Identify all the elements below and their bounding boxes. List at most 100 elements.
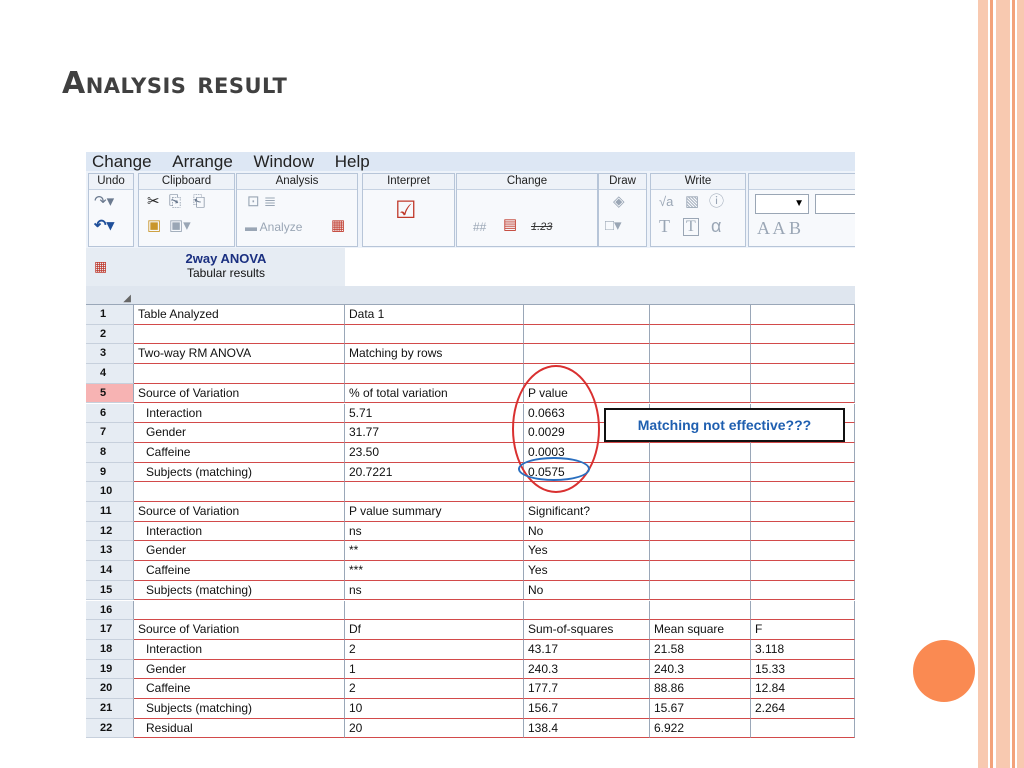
table-cell[interactable] bbox=[751, 344, 855, 365]
corner-cell[interactable]: ◢ bbox=[86, 286, 135, 305]
column-header[interactable] bbox=[345, 248, 525, 287]
table-format-icon[interactable]: ▤ bbox=[503, 217, 517, 233]
table-cell[interactable] bbox=[650, 541, 751, 562]
column-header[interactable] bbox=[650, 248, 752, 287]
copy-special-icon[interactable]: ⎗ bbox=[193, 194, 205, 210]
column-letter-header[interactable] bbox=[524, 286, 651, 305]
table-cell[interactable]: 138.4 bbox=[524, 718, 650, 739]
table-cell[interactable]: 15.67 bbox=[650, 699, 751, 719]
table-cell[interactable]: No bbox=[524, 521, 650, 542]
redo-icon[interactable]: ↷▾ bbox=[94, 194, 114, 210]
table-cell[interactable] bbox=[345, 482, 524, 502]
table-cell[interactable] bbox=[650, 600, 751, 621]
table-cell[interactable]: Caffeine bbox=[134, 442, 345, 463]
table-cell[interactable] bbox=[751, 482, 855, 502]
analysis-params-icon[interactable]: ⊡ ≣ bbox=[247, 194, 276, 210]
table-cell[interactable]: F bbox=[751, 620, 855, 640]
table-cell[interactable] bbox=[751, 462, 855, 483]
table-cell[interactable] bbox=[345, 364, 524, 384]
table-cell[interactable]: 20 bbox=[345, 718, 524, 739]
row-number[interactable]: 18 bbox=[86, 639, 134, 660]
table-cell[interactable]: Gender bbox=[134, 541, 345, 562]
table-cell[interactable]: 31.77 bbox=[345, 423, 524, 443]
menu-change[interactable]: Change bbox=[86, 152, 152, 171]
column-letter-header[interactable] bbox=[134, 286, 346, 305]
row-number[interactable]: 13 bbox=[86, 541, 134, 562]
checklist-icon[interactable]: ☑ bbox=[395, 198, 417, 224]
table-cell[interactable]: Subjects (matching) bbox=[134, 699, 345, 719]
table-cell[interactable] bbox=[524, 600, 650, 621]
table-cell[interactable]: 6.922 bbox=[650, 718, 751, 739]
row-number[interactable]: 6 bbox=[86, 403, 134, 424]
equation-icon[interactable]: √a bbox=[659, 194, 673, 210]
table-cell[interactable]: ** bbox=[345, 541, 524, 562]
table-cell[interactable]: Residual bbox=[134, 718, 345, 739]
row-number[interactable]: 9 bbox=[86, 462, 134, 483]
table-cell[interactable] bbox=[650, 502, 751, 522]
table-cell[interactable]: ns bbox=[345, 580, 524, 601]
table-cell[interactable]: 240.3 bbox=[650, 659, 751, 680]
table-cell[interactable] bbox=[650, 580, 751, 601]
cut-icon[interactable]: ✂ bbox=[147, 194, 160, 210]
row-number[interactable]: 22 bbox=[86, 718, 134, 739]
decimal-format-icon[interactable]: 1.23 bbox=[531, 219, 552, 235]
table-cell[interactable] bbox=[650, 383, 751, 404]
menu-arrange[interactable]: Arrange bbox=[166, 152, 232, 171]
table-cell[interactable]: 1 bbox=[345, 659, 524, 680]
table-cell[interactable]: 2.264 bbox=[751, 699, 855, 719]
table-cell[interactable] bbox=[650, 482, 751, 502]
table-cell[interactable]: 43.17 bbox=[524, 639, 650, 660]
table-cell[interactable]: Data 1 bbox=[345, 305, 524, 325]
table-cell[interactable] bbox=[134, 324, 345, 345]
table-cell[interactable] bbox=[345, 600, 524, 621]
table-cell[interactable]: Mean square bbox=[650, 620, 751, 640]
row-number[interactable]: 15 bbox=[86, 580, 134, 601]
table-cell[interactable]: Source of Variation bbox=[134, 383, 345, 404]
column-letter-header[interactable] bbox=[650, 286, 752, 305]
table-cell[interactable]: 23.50 bbox=[345, 442, 524, 463]
number-format-icon[interactable]: ## bbox=[473, 219, 486, 235]
row-number[interactable]: 21 bbox=[86, 699, 134, 719]
table-cell[interactable] bbox=[650, 442, 751, 463]
table-cell[interactable]: Yes bbox=[524, 561, 650, 581]
table-cell[interactable] bbox=[751, 600, 855, 621]
font-size-dropdown[interactable] bbox=[815, 194, 855, 214]
info-icon[interactable]: ⓘ bbox=[709, 194, 724, 210]
line-style-icon[interactable]: □▾ bbox=[605, 218, 622, 234]
paste-icon[interactable]: ▣ bbox=[147, 218, 161, 234]
table-cell[interactable] bbox=[751, 580, 855, 601]
table-cell[interactable] bbox=[134, 364, 345, 384]
font-size-buttons[interactable]: A A B bbox=[757, 219, 801, 237]
table-cell[interactable] bbox=[751, 324, 855, 345]
shape-icon[interactable]: ◈ bbox=[613, 194, 625, 210]
table-cell[interactable] bbox=[751, 561, 855, 581]
table-cell[interactable] bbox=[751, 364, 855, 384]
font-name-dropdown[interactable]: ▼ bbox=[755, 194, 809, 214]
table-cell[interactable]: Gender bbox=[134, 659, 345, 680]
table-cell[interactable] bbox=[345, 324, 524, 345]
table-cell[interactable] bbox=[751, 718, 855, 739]
undo-icon[interactable]: ↶▾ bbox=[94, 218, 114, 234]
table-cell[interactable] bbox=[751, 305, 855, 325]
table-cell[interactable] bbox=[134, 600, 345, 621]
table-cell[interactable]: 5.71 bbox=[345, 403, 524, 424]
table-cell[interactable]: P value summary bbox=[345, 502, 524, 522]
table-cell[interactable] bbox=[751, 502, 855, 522]
table-cell[interactable]: Interaction bbox=[134, 403, 345, 424]
row-number[interactable]: 10 bbox=[86, 482, 134, 502]
table-cell[interactable]: Two-way RM ANOVA bbox=[134, 344, 345, 365]
greek-alpha-icon[interactable]: α bbox=[711, 217, 721, 235]
table-cell[interactable] bbox=[751, 383, 855, 404]
table-cell[interactable]: Interaction bbox=[134, 639, 345, 660]
table-cell[interactable]: Table Analyzed bbox=[134, 305, 345, 325]
table-cell[interactable] bbox=[650, 561, 751, 581]
column-letter-header[interactable] bbox=[751, 286, 855, 305]
table-cell[interactable] bbox=[650, 324, 751, 345]
row-number[interactable]: 5 bbox=[86, 383, 134, 404]
text-icon[interactable]: T bbox=[659, 217, 670, 235]
table-cell[interactable] bbox=[751, 442, 855, 463]
menu-help[interactable]: Help bbox=[329, 152, 370, 171]
row-number[interactable]: 11 bbox=[86, 502, 134, 522]
table-cell[interactable]: Significant? bbox=[524, 502, 650, 522]
row-number[interactable]: 4 bbox=[86, 364, 134, 384]
